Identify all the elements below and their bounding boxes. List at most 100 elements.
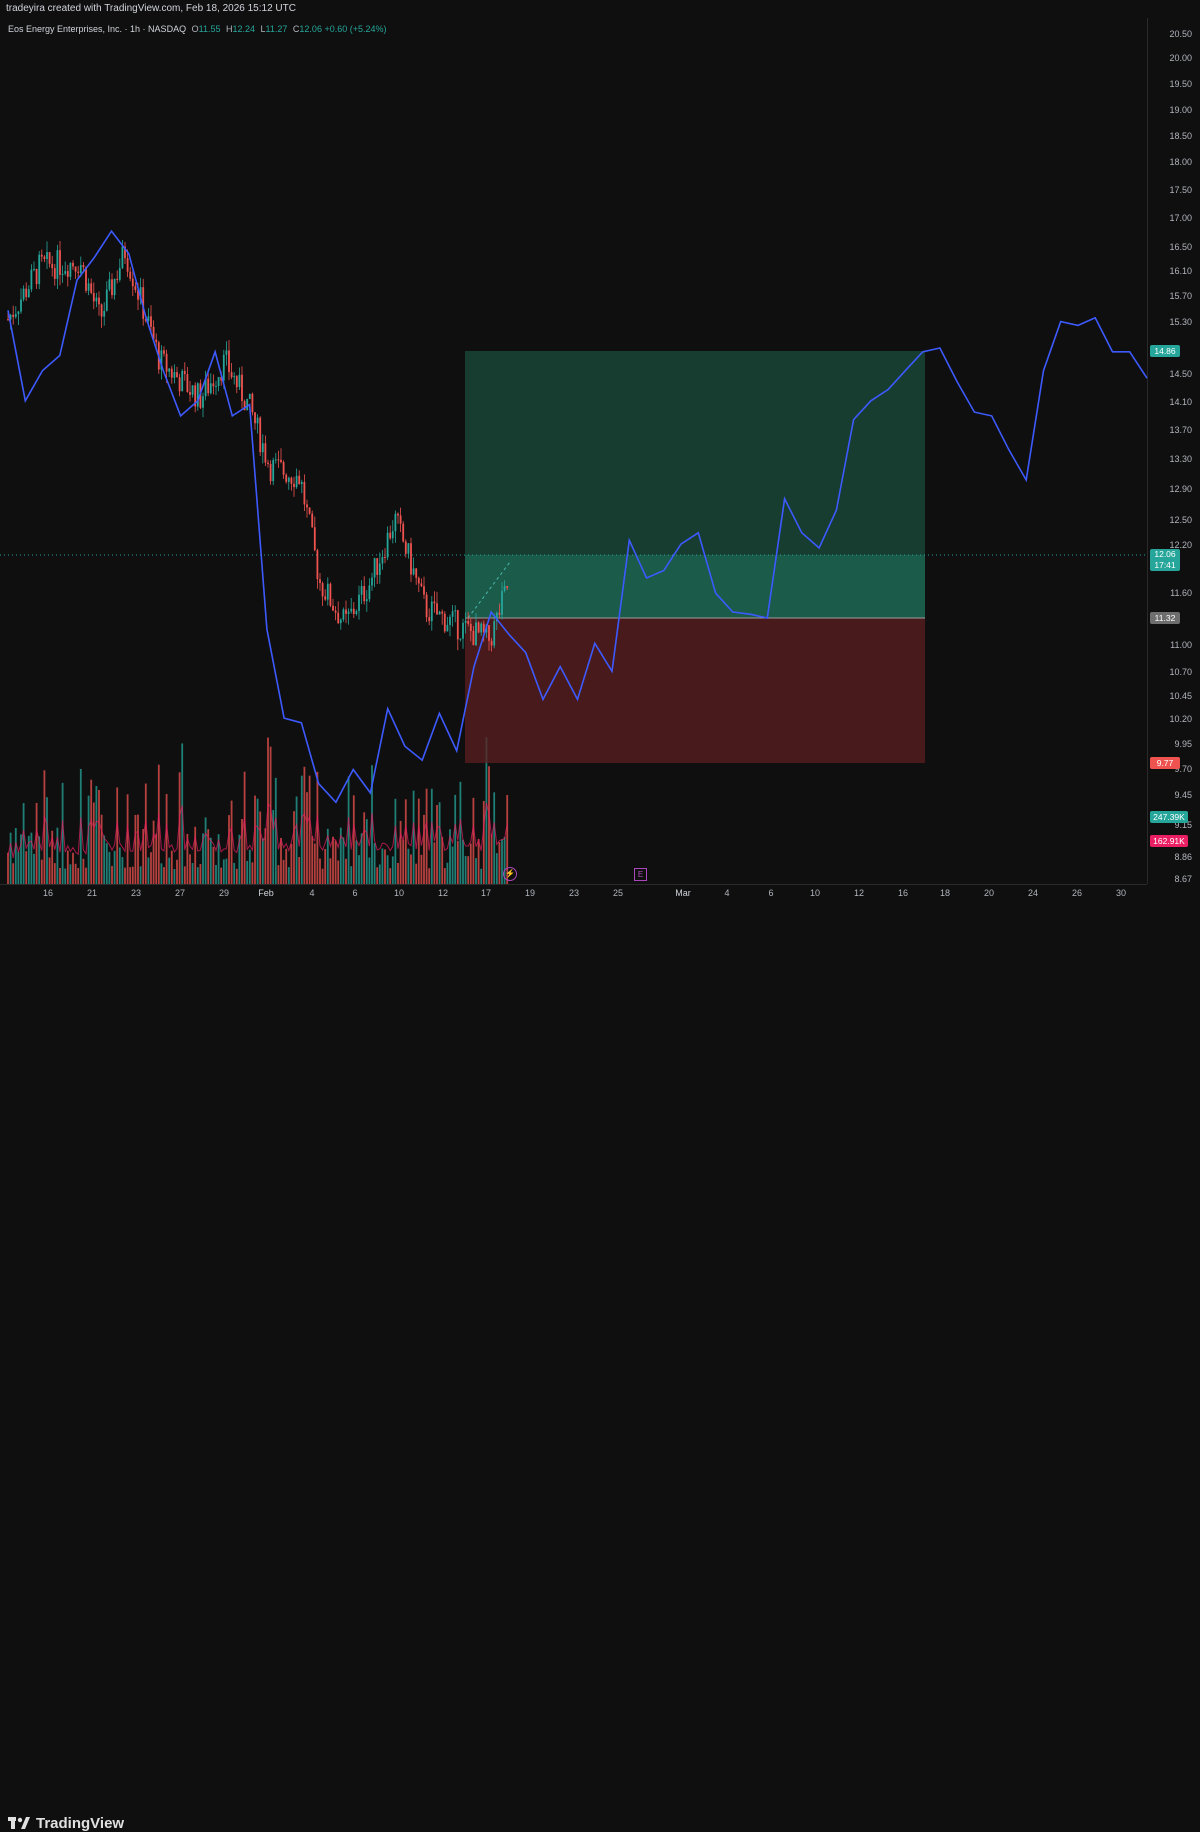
candle-body (420, 583, 423, 587)
tradingview-logo[interactable]: TradingView (8, 1815, 124, 1832)
volume-ma-badge[interactable]: 162.91K (1150, 835, 1188, 847)
last-price-badge[interactable]: 12.06 17:41 (1150, 549, 1180, 571)
candle-body (51, 263, 54, 269)
volume-bar (467, 856, 470, 884)
candle-body (290, 477, 293, 484)
candle-body (425, 594, 428, 618)
time-label: 30 (1115, 888, 1127, 898)
volume-bar (248, 849, 251, 884)
time-label: 10 (809, 888, 821, 898)
candle-body (27, 289, 30, 298)
candle-body (464, 620, 467, 623)
stop-price-badge[interactable]: 9.77 (1150, 757, 1180, 769)
volume-bar (488, 766, 490, 884)
candle-body (475, 622, 477, 646)
candle-body (350, 608, 353, 612)
price-tick-label: 16.50 (1169, 242, 1192, 252)
time-label: 12 (437, 888, 449, 898)
price-tick-label: 19.50 (1169, 79, 1192, 89)
replay-icon[interactable]: ⚡ (503, 867, 517, 881)
candle-body (316, 550, 319, 580)
volume-bar (144, 783, 147, 884)
candle-body (462, 622, 464, 639)
candle-body (181, 370, 184, 392)
volume-bar (103, 835, 106, 884)
candle-body (168, 368, 171, 372)
candle-body (347, 611, 350, 614)
candle-body (498, 612, 501, 615)
earnings-marker[interactable]: E (634, 868, 647, 881)
low-value: 11.27 (265, 24, 288, 34)
time-label: Feb (258, 888, 274, 898)
last-price-value: 12.06 (1154, 549, 1176, 559)
volume-bar (35, 802, 38, 884)
volume-bar (118, 847, 121, 884)
volume-bar (194, 826, 197, 884)
volume-badge[interactable]: 247.39K (1150, 811, 1188, 823)
volume-bar (482, 800, 485, 884)
candle-body (33, 269, 35, 271)
price-tick-label: 10.45 (1169, 691, 1192, 701)
candle-body (394, 513, 397, 532)
candle-body (384, 557, 386, 559)
volume-bar (228, 815, 230, 884)
candle-body (404, 541, 407, 554)
candle-body (222, 354, 225, 381)
volume-bar (464, 855, 467, 884)
volume-bar (332, 836, 334, 884)
candle-body (267, 462, 269, 464)
volume-bar (355, 840, 358, 884)
candle-body (48, 252, 51, 264)
volume-bar (176, 859, 178, 884)
volume-bar (334, 840, 337, 884)
candle-body (7, 319, 9, 321)
volume-bar (311, 836, 314, 884)
price-tick-label: 15.70 (1169, 291, 1192, 301)
price-tick-label: 9.45 (1174, 790, 1192, 800)
candle-body (298, 475, 301, 485)
volume-bar (100, 814, 103, 884)
candle-body (332, 605, 334, 611)
volume-bar (129, 867, 132, 884)
close-value: 12.06 (299, 24, 322, 34)
candle-body (376, 558, 379, 575)
volume-bar (436, 804, 438, 884)
volume-bar (134, 814, 137, 884)
candle-body (82, 265, 85, 268)
volume-bar (77, 868, 80, 884)
candle-body (480, 623, 483, 633)
volume-bar (82, 858, 85, 884)
entry-price-badge[interactable]: 11.32 (1150, 612, 1180, 624)
candle-body (225, 350, 228, 355)
volume-bar (277, 865, 280, 884)
chart-canvas[interactable] (0, 0, 1200, 944)
target-price-badge[interactable]: 14.86 (1150, 345, 1180, 357)
volume-bar (381, 848, 384, 884)
volume-bar (139, 866, 142, 884)
time-label: Mar (675, 888, 691, 898)
candle-body (477, 622, 480, 633)
candle-body (79, 265, 82, 273)
candle-body (313, 527, 316, 551)
candle-body (469, 623, 472, 631)
candle-body (378, 563, 381, 575)
candle-body (438, 611, 441, 615)
candle-body (129, 271, 132, 279)
candle-body (85, 267, 87, 291)
candle-body (337, 612, 340, 624)
volume-bar (150, 852, 152, 884)
candle-body (131, 278, 134, 287)
volume-bar (350, 866, 353, 884)
candle-body (72, 262, 74, 267)
volume-bar (441, 836, 444, 884)
candle-body (321, 583, 324, 597)
price-tick-label: 18.00 (1169, 157, 1192, 167)
candle-body (53, 268, 56, 279)
volume-bar (391, 856, 394, 884)
candle-body (118, 268, 121, 280)
candle-body (111, 279, 113, 296)
candle-body (277, 459, 280, 461)
volume-bar (259, 811, 262, 884)
price-tick-label: 11.00 (1170, 640, 1192, 650)
volume-bar (33, 853, 35, 884)
